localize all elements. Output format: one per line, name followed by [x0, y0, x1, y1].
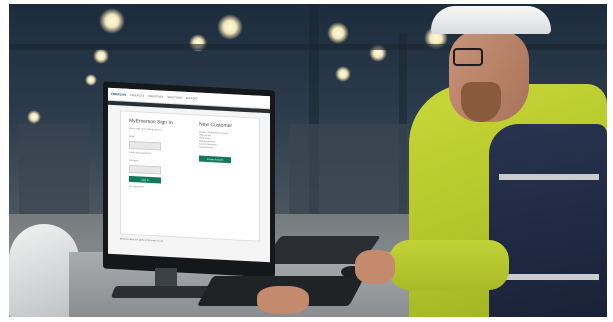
signin-column: MyEmerson Sign In Sign in with your exis… — [129, 118, 187, 192]
reflective-stripe — [499, 274, 599, 280]
ceiling-light — [85, 74, 97, 86]
signin-intro: Sign in with your existing account — [129, 127, 162, 132]
safety-glasses — [453, 48, 483, 66]
new-customer-column: New Customer Create a MyEmerson account … — [199, 122, 253, 165]
sign-in-button[interactable]: Sign In — [129, 175, 161, 184]
engineer-worker — [369, 4, 607, 317]
hard-hat — [431, 6, 551, 34]
nav-link[interactable]: SUPPORT — [186, 96, 198, 100]
reflective-stripe — [499, 174, 599, 180]
login-card: MyEmerson Sign In Sign in with your exis… — [120, 110, 260, 242]
create-account-button[interactable]: Create Account — [199, 155, 231, 164]
industrial-photo: EMERSON PRODUCTS INDUSTRIES SOLUTIONS SU… — [9, 4, 607, 317]
ceiling-light — [327, 22, 349, 44]
worker-beard — [461, 82, 501, 122]
ceiling-light — [335, 66, 351, 82]
brand-logo: EMERSON — [111, 91, 127, 97]
forgot-password-link[interactable]: Forgot your password? — [129, 152, 187, 158]
ceiling-light — [99, 8, 125, 34]
email-field[interactable] — [129, 140, 161, 151]
nav-link[interactable]: SOLUTIONS — [167, 95, 181, 99]
computer-monitor: EMERSON PRODUCTS INDUSTRIES SOLUTIONS SU… — [103, 81, 275, 278]
worker-hand — [355, 250, 395, 284]
ceiling-light — [217, 14, 243, 40]
worker-hand — [257, 286, 309, 314]
ceiling-light — [27, 110, 41, 124]
ceiling-light — [93, 48, 109, 64]
register-link[interactable]: Not registered? — [129, 186, 187, 192]
signin-title: MyEmerson Sign In — [129, 117, 173, 127]
monitor-screen: EMERSON PRODUCTS INDUSTRIES SOLUTIONS SU… — [108, 87, 270, 263]
footer-text: By proceeding you agree to the terms of … — [120, 238, 164, 243]
factory-machinery — [19, 124, 89, 214]
jacket-navy-panel — [489, 124, 607, 317]
nav-link[interactable]: PRODUCTS — [130, 93, 144, 97]
nav-link[interactable]: INDUSTRIES — [148, 94, 163, 98]
worker-arm — [389, 240, 509, 290]
new-customer-title: New Customer — [199, 121, 233, 130]
password-field[interactable] — [129, 164, 161, 175]
